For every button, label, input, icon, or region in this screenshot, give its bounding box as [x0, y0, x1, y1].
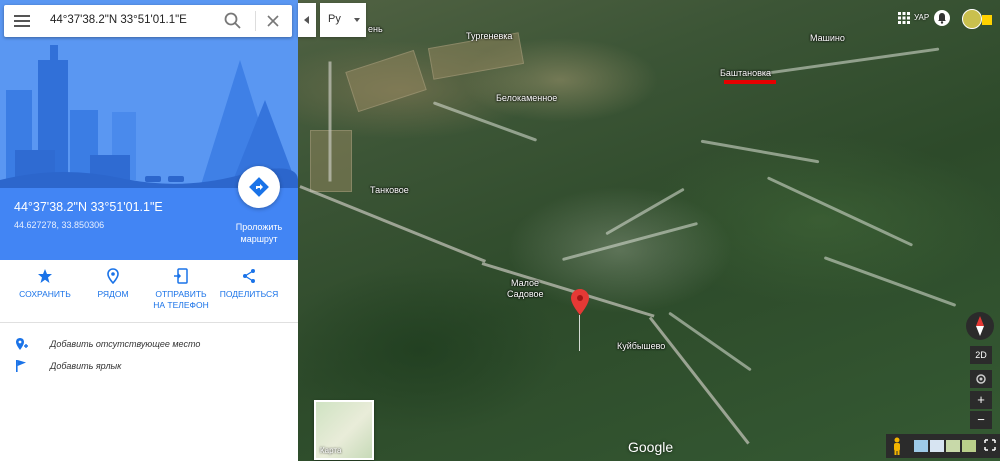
map-ridge	[766, 176, 914, 247]
place-label: ень	[368, 24, 383, 34]
search-box[interactable]: 44°37'38.2"N 33°51'01.1"E	[4, 5, 292, 37]
zoom-in-button[interactable]: +	[970, 391, 992, 409]
my-location-button[interactable]	[970, 370, 992, 388]
my-location-icon	[976, 374, 986, 384]
pegman-icon[interactable]	[892, 437, 902, 455]
place-label: Баштановка	[720, 68, 772, 78]
imagery-thumbnails-icon[interactable]	[912, 440, 982, 452]
place-label: Малое	[511, 278, 539, 288]
decimal-coordinates: 44.627278, 33.850306	[14, 220, 105, 230]
language-selector[interactable]: Ру	[320, 3, 366, 37]
place-label: Белокаменное	[496, 93, 558, 103]
map-ridge	[561, 221, 699, 262]
send-to-phone-icon	[174, 268, 188, 284]
add-place-icon	[16, 338, 28, 350]
map-ridge	[760, 47, 940, 76]
star-icon	[38, 269, 52, 283]
pin-shadow-line	[579, 315, 580, 351]
chevron-left-icon	[304, 16, 309, 24]
map-type-label: Карта	[320, 446, 342, 455]
map-ridge	[432, 101, 538, 142]
save-label: СОХРАНИТЬ	[19, 289, 71, 299]
side-panel: 44°37'38.2"N 33°51'01.1"E 44°37'38.2"N 3…	[0, 0, 298, 461]
place-label: Машино	[810, 33, 845, 43]
send-label-line2: НА ТЕЛЕФОН	[153, 300, 209, 310]
compass-button[interactable]	[966, 312, 994, 340]
account-label: УАР	[914, 13, 930, 22]
place-label: Тургеневка	[466, 31, 513, 41]
share-label: ПОДЕЛИТЬСЯ	[219, 289, 279, 299]
nearby-pin-icon	[107, 268, 119, 284]
map-field	[345, 49, 427, 113]
google-logo: Google	[628, 439, 674, 455]
bell-icon	[938, 13, 946, 24]
compass-icon	[976, 316, 984, 336]
add-missing-place-label: Добавить отсутствующее место	[50, 339, 201, 349]
place-title: 44°37'38.2"N 33°51'01.1"E	[14, 200, 163, 214]
share-icon	[243, 269, 255, 283]
directions-label-line: маршрут	[240, 234, 278, 244]
map-ridge	[668, 311, 752, 372]
send-label-line1: ОТПРАВИТЬ	[155, 289, 207, 299]
chevron-down-icon	[354, 18, 360, 22]
search-icon[interactable]	[223, 11, 243, 31]
directions-button[interactable]	[238, 166, 280, 208]
map-ridge	[823, 256, 957, 307]
save-button[interactable]: СОХРАНИТЬ	[10, 268, 80, 300]
menu-icon[interactable]	[12, 11, 32, 31]
map-ridge	[700, 139, 820, 164]
divider	[0, 322, 298, 323]
map-road	[299, 185, 486, 263]
directions-icon	[249, 177, 269, 197]
view-mode-toggle[interactable]: 2D	[970, 346, 992, 364]
red-underline-annotation	[724, 80, 776, 84]
add-label-label: Добавить ярлык	[50, 361, 122, 371]
nearby-label: РЯДОМ	[97, 289, 129, 299]
send-to-phone-button[interactable]: ОТПРАВИТЬ НА ТЕЛЕФОН	[146, 268, 216, 311]
share-button[interactable]: ПОДЕЛИТЬСЯ	[214, 268, 284, 300]
avatar[interactable]	[962, 9, 982, 29]
zoom-out-button[interactable]: −	[970, 411, 992, 429]
search-divider	[255, 11, 256, 31]
bottom-controls	[886, 434, 1000, 458]
avatar-badge	[982, 15, 992, 25]
directions-label: Проложить маршрут	[222, 221, 296, 245]
language-value: Ру	[328, 13, 341, 25]
map-type-toggle[interactable]: Карта	[314, 400, 374, 460]
search-input[interactable]: 44°37'38.2"N 33°51'01.1"E	[50, 14, 187, 26]
place-label: Садовое	[507, 289, 544, 299]
location-pin-icon[interactable]	[571, 289, 589, 315]
flag-icon	[16, 360, 26, 372]
account-area: УАР	[898, 9, 1000, 29]
notifications-button[interactable]	[934, 10, 950, 26]
close-icon[interactable]	[263, 11, 283, 31]
collapse-panel-button[interactable]	[298, 3, 316, 37]
nearby-button[interactable]: РЯДОМ	[78, 268, 148, 300]
expand-icon[interactable]	[984, 439, 996, 451]
place-label: Куйбышево	[617, 341, 666, 351]
place-label: Танковое	[370, 185, 409, 195]
apps-grid-icon[interactable]	[898, 12, 910, 24]
map-road	[328, 61, 332, 182]
directions-label-line: Проложить	[235, 222, 283, 232]
